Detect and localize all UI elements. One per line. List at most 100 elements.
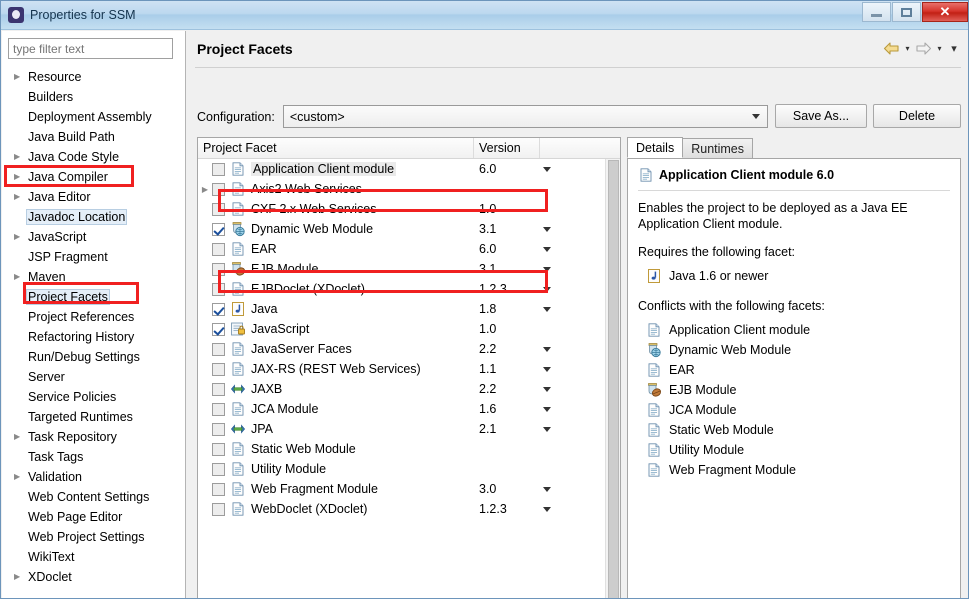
- facet-checkbox[interactable]: [212, 282, 225, 296]
- facet-checkbox[interactable]: [212, 342, 225, 356]
- sidebar-item-service-policies[interactable]: ▶Service Policies: [2, 387, 186, 407]
- view-menu-chevron-down-icon[interactable]: ▾: [947, 43, 961, 55]
- sidebar-item-web-project-settings[interactable]: ▶Web Project Settings: [2, 527, 186, 547]
- facet-checkbox[interactable]: [212, 442, 225, 456]
- facet-row[interactable]: ▶EAR6.0: [198, 239, 620, 259]
- facet-checkbox[interactable]: [212, 362, 225, 376]
- facet-row[interactable]: ▶JavaScript1.0: [198, 319, 620, 339]
- forward-history-chevron-down-icon[interactable]: ▾: [935, 44, 944, 54]
- expand-chevron-right-icon[interactable]: ▶: [14, 173, 24, 181]
- sidebar-item-jsp-fragment[interactable]: ▶JSP Fragment: [2, 247, 186, 267]
- version-chevron-down-icon[interactable]: [543, 426, 551, 432]
- close-button[interactable]: ✕: [922, 2, 968, 22]
- expand-chevron-right-icon[interactable]: ▶: [14, 153, 24, 161]
- column-header-project-facet[interactable]: Project Facet: [198, 138, 474, 158]
- version-chevron-down-icon[interactable]: [543, 226, 551, 232]
- facet-row[interactable]: ▶JAX-RS (REST Web Services)1.1: [198, 359, 620, 379]
- facet-row[interactable]: ▶EJBDoclet (XDoclet)1.2.3: [198, 279, 620, 299]
- sidebar-item-wikitext[interactable]: ▶WikiText: [2, 547, 186, 567]
- sidebar-item-project-facets[interactable]: ▶Project Facets: [2, 287, 186, 307]
- tab-details[interactable]: Details: [627, 137, 684, 158]
- save-as-button[interactable]: Save As...: [775, 104, 867, 128]
- version-chevron-down-icon[interactable]: [543, 366, 551, 372]
- facet-row[interactable]: ▶CXF 2.x Web Services1.0: [198, 199, 620, 219]
- facet-row[interactable]: ▶Utility Module: [198, 459, 620, 479]
- tab-runtimes[interactable]: Runtimes: [682, 138, 754, 158]
- sidebar-item-targeted-runtimes[interactable]: ▶Targeted Runtimes: [2, 407, 186, 427]
- version-chevron-down-icon[interactable]: [543, 486, 551, 492]
- facet-checkbox[interactable]: [212, 302, 225, 316]
- sidebar-item-java-build-path[interactable]: ▶Java Build Path: [2, 127, 186, 147]
- sidebar-item-java-editor[interactable]: ▶ Java Editor: [2, 187, 186, 207]
- version-chevron-down-icon[interactable]: [543, 306, 551, 312]
- facet-row[interactable]: ▶Dynamic Web Module3.1: [198, 219, 620, 239]
- sidebar-item-xdoclet[interactable]: ▶ XDoclet: [2, 567, 186, 587]
- sidebar-item-maven[interactable]: ▶ Maven: [2, 267, 186, 287]
- sidebar-item-validation[interactable]: ▶ Validation: [2, 467, 186, 487]
- facet-table-scrollbar[interactable]: [605, 159, 620, 598]
- facet-checkbox[interactable]: [212, 502, 225, 516]
- sidebar-item-task-tags[interactable]: ▶Task Tags: [2, 447, 186, 467]
- sidebar-item-server[interactable]: ▶Server: [2, 367, 186, 387]
- sidebar-item-refactoring-history[interactable]: ▶Refactoring History: [2, 327, 186, 347]
- facet-checkbox[interactable]: [212, 162, 225, 176]
- sidebar-item-javascript[interactable]: ▶ JavaScript: [2, 227, 186, 247]
- version-chevron-down-icon[interactable]: [543, 246, 551, 252]
- sidebar-item-project-references[interactable]: ▶Project References: [2, 307, 186, 327]
- facet-row[interactable]: ▶Application Client module6.0: [198, 159, 620, 179]
- back-arrow-icon[interactable]: [883, 41, 900, 56]
- sidebar-item-deployment-assembly[interactable]: ▶Deployment Assembly: [2, 107, 186, 127]
- sidebar-item-web-page-editor[interactable]: ▶Web Page Editor: [2, 507, 186, 527]
- version-chevron-down-icon[interactable]: [543, 266, 551, 272]
- facet-checkbox[interactable]: [212, 262, 225, 276]
- forward-arrow-icon[interactable]: [915, 41, 932, 56]
- sidebar-item-web-content-settings[interactable]: ▶Web Content Settings: [2, 487, 186, 507]
- sidebar-item-java-compiler[interactable]: ▶ Java Compiler: [2, 167, 186, 187]
- facet-row[interactable]: ▶JCA Module1.6: [198, 399, 620, 419]
- facet-checkbox[interactable]: [212, 322, 225, 336]
- expand-chevron-right-icon[interactable]: ▶: [14, 473, 24, 481]
- sidebar-item-java-code-style[interactable]: ▶ Java Code Style: [2, 147, 186, 167]
- facet-row[interactable]: ▶EJB Module3.1: [198, 259, 620, 279]
- back-history-chevron-down-icon[interactable]: ▾: [903, 44, 912, 54]
- facet-checkbox[interactable]: [212, 422, 225, 436]
- expand-chevron-right-icon[interactable]: ▶: [14, 573, 24, 581]
- facet-row[interactable]: ▶Web Fragment Module3.0: [198, 479, 620, 499]
- expand-chevron-right-icon[interactable]: ▶: [198, 185, 212, 194]
- facet-checkbox[interactable]: [212, 382, 225, 396]
- facet-checkbox[interactable]: [212, 402, 225, 416]
- facet-checkbox[interactable]: [212, 462, 225, 476]
- column-header-blank[interactable]: [540, 138, 620, 158]
- facet-row[interactable]: ▶ Axis2 Web Services: [198, 179, 620, 199]
- sidebar-item-resource[interactable]: ▶ Resource: [2, 67, 186, 87]
- facet-checkbox[interactable]: [212, 482, 225, 496]
- facet-row[interactable]: ▶JPA2.1: [198, 419, 620, 439]
- version-chevron-down-icon[interactable]: [543, 506, 551, 512]
- facet-checkbox[interactable]: [212, 242, 225, 256]
- version-chevron-down-icon[interactable]: [543, 166, 551, 172]
- version-chevron-down-icon[interactable]: [543, 346, 551, 352]
- facet-checkbox[interactable]: [212, 182, 225, 196]
- delete-button[interactable]: Delete: [873, 104, 961, 128]
- configuration-combo[interactable]: <custom>: [282, 105, 768, 128]
- minimize-button[interactable]: [862, 2, 891, 22]
- version-chevron-down-icon[interactable]: [543, 286, 551, 292]
- facet-row[interactable]: ▶JavaServer Faces2.2: [198, 339, 620, 359]
- expand-chevron-right-icon[interactable]: ▶: [14, 233, 24, 241]
- expand-chevron-right-icon[interactable]: ▶: [14, 193, 24, 201]
- version-chevron-down-icon[interactable]: [543, 386, 551, 392]
- facet-row[interactable]: ▶WebDoclet (XDoclet)1.2.3: [198, 499, 620, 519]
- sidebar-item-javadoc-location[interactable]: ▶Javadoc Location: [2, 207, 186, 227]
- facet-checkbox[interactable]: [212, 222, 225, 236]
- scrollbar-thumb[interactable]: [608, 160, 619, 598]
- facet-row[interactable]: ▶Java1.8: [198, 299, 620, 319]
- column-header-version[interactable]: Version: [474, 138, 540, 158]
- sidebar-item-builders[interactable]: ▶Builders: [2, 87, 186, 107]
- version-chevron-down-icon[interactable]: [543, 406, 551, 412]
- facet-row[interactable]: ▶JAXB2.2: [198, 379, 620, 399]
- facet-checkbox[interactable]: [212, 202, 225, 216]
- sidebar-item-task-repository[interactable]: ▶ Task Repository: [2, 427, 186, 447]
- expand-chevron-right-icon[interactable]: ▶: [14, 433, 24, 441]
- maximize-button[interactable]: [892, 2, 921, 22]
- facet-row[interactable]: ▶Static Web Module: [198, 439, 620, 459]
